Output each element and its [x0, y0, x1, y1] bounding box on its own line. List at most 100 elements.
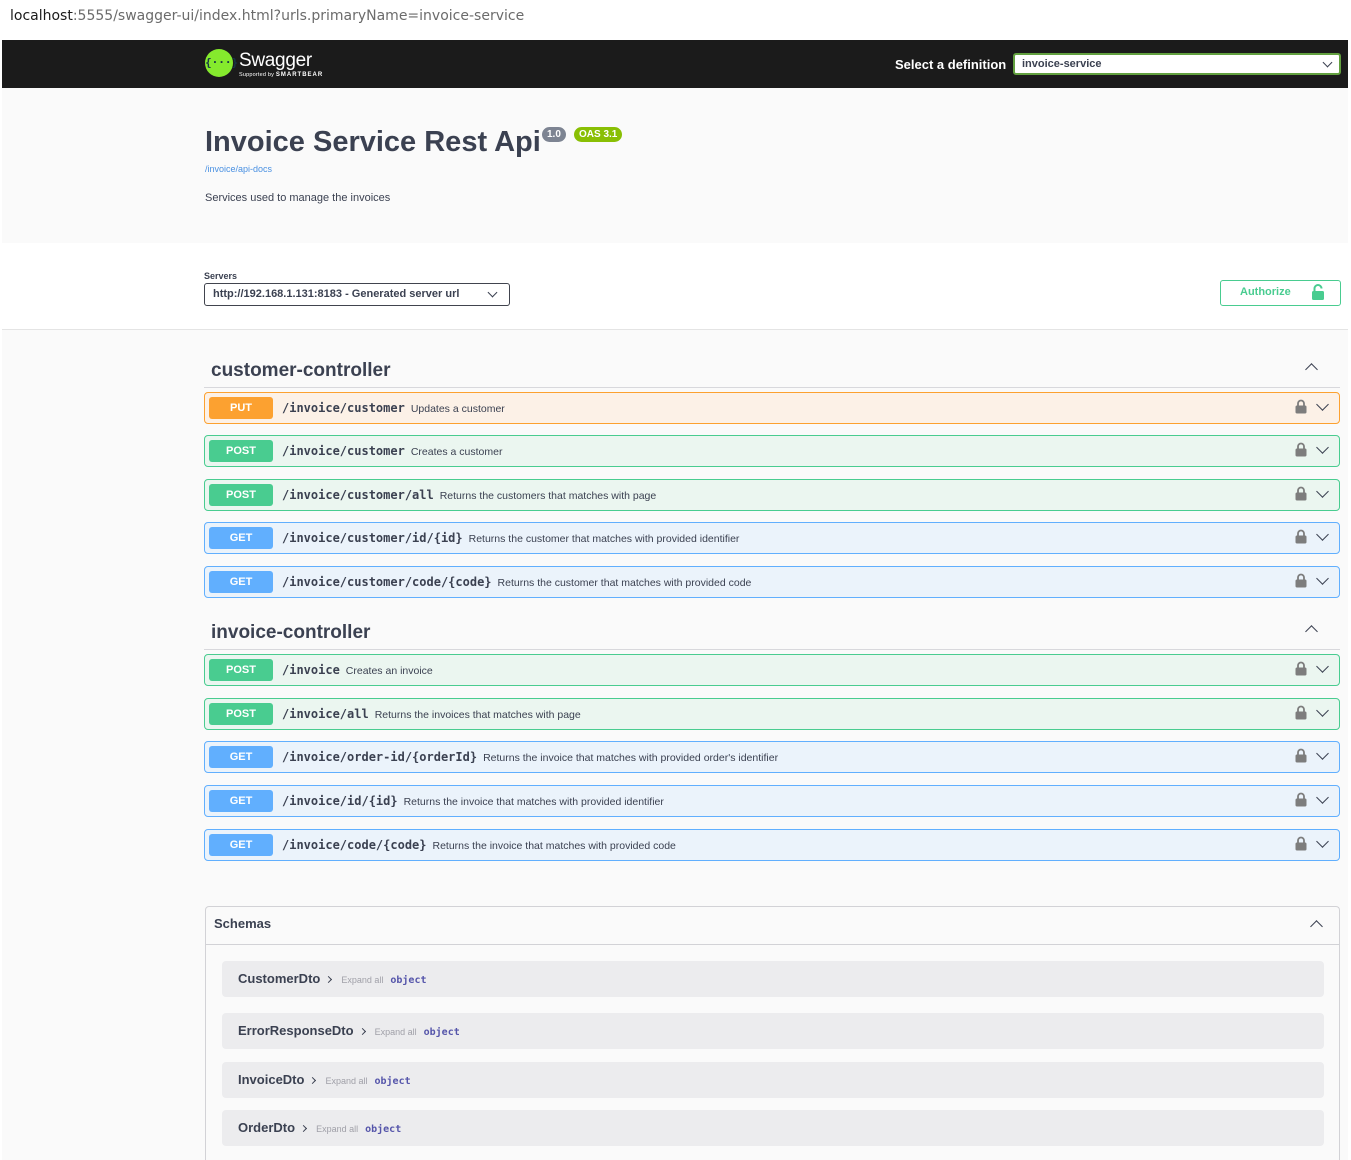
operation-path: /invoice/id/{id} Returns the invoice that…: [282, 794, 664, 808]
chevron-up-icon: [1305, 363, 1318, 376]
operation-get-customer-id[interactable]: GET /invoice/customer/id/{id} Returns the…: [204, 522, 1340, 554]
expand-all-link[interactable]: Expand all: [341, 975, 383, 985]
operation-path: /invoice Creates an invoice: [282, 663, 433, 677]
servers-select[interactable]: http://192.168.1.131:8183 - Generated se…: [204, 283, 510, 306]
chevron-down-icon[interactable]: [1316, 441, 1329, 454]
lock-icon[interactable]: [1295, 399, 1307, 414]
operation-path: /invoice/customer/code/{code} Returns the…: [282, 575, 752, 589]
unlock-icon: [1312, 284, 1324, 300]
schemas-section: Schemas CustomerDto Expand all object Erro…: [205, 906, 1340, 1160]
schemas-header[interactable]: Schemas: [206, 907, 1339, 945]
chevron-down-icon[interactable]: [1316, 485, 1329, 498]
expand-all-link[interactable]: Expand all: [325, 1076, 367, 1086]
operation-path: /invoice/code/{code} Returns the invoice …: [282, 838, 676, 852]
chevron-down-icon[interactable]: [1316, 398, 1329, 411]
definition-select[interactable]: invoice-service: [1013, 53, 1341, 75]
chevron-down-icon: [1322, 57, 1333, 68]
tag-invoice-controller[interactable]: invoice-controller: [204, 615, 1340, 650]
method-badge: POST: [209, 440, 273, 462]
operation-summary: Returns the invoices that matches with p…: [374, 709, 581, 721]
chevron-right-icon: [358, 1027, 366, 1036]
operation-get-invoice-order-id[interactable]: GET /invoice/order-id/{orderId} Returns t…: [204, 741, 1340, 773]
schema-model-customerdto[interactable]: CustomerDto Expand all object: [222, 961, 1324, 997]
operation-put-customer[interactable]: PUT /invoice/customer Updates a customer: [204, 392, 1340, 424]
operation-post-customer[interactable]: POST /invoice/customer Creates a customer: [204, 435, 1340, 467]
model-name: CustomerDto Expand all object: [238, 971, 427, 986]
topbar: {···} Swagger Supported by SMARTBEAR Sel…: [2, 40, 1348, 88]
chevron-down-icon[interactable]: [1316, 791, 1329, 804]
operation-get-invoice-id[interactable]: GET /invoice/id/{id} Returns the invoice …: [204, 785, 1340, 817]
operation-summary: Returns the invoice that matches with pr…: [483, 752, 779, 764]
schema-model-errorresponsedto[interactable]: ErrorResponseDto Expand all object: [222, 1013, 1324, 1049]
chevron-down-icon[interactable]: [1316, 572, 1329, 585]
operation-path: /invoice/all Returns the invoices that ma…: [282, 707, 581, 721]
operation-summary: Creates an invoice: [345, 665, 433, 677]
operation-path: /invoice/customer/id/{id} Returns the cus…: [282, 531, 740, 545]
lock-icon[interactable]: [1295, 748, 1307, 763]
api-docs-link[interactable]: /invoice/api-docs: [205, 164, 272, 174]
tag-title: customer-controller: [211, 360, 391, 381]
address-bar[interactable]: localhost:5555/swagger-ui/index.html?url…: [0, 0, 1351, 34]
operation-post-invoice-all[interactable]: POST /invoice/all Returns the invoices th…: [204, 698, 1340, 730]
lock-icon[interactable]: [1295, 529, 1307, 544]
authorize-button[interactable]: Authorize: [1220, 280, 1341, 306]
expand-all-link[interactable]: Expand all: [375, 1027, 417, 1037]
method-badge: PUT: [209, 397, 273, 419]
operation-path: /invoice/order-id/{orderId} Returns the i…: [282, 750, 779, 764]
servers-label: Servers: [204, 271, 238, 281]
operation-get-customer-code[interactable]: GET /invoice/customer/code/{code} Returns…: [204, 566, 1340, 598]
operation-get-invoice-code[interactable]: GET /invoice/code/{code} Returns the invo…: [204, 829, 1340, 861]
chevron-down-icon[interactable]: [1316, 704, 1329, 717]
operation-summary: Updates a customer: [410, 403, 505, 415]
operation-path: /invoice/customer/all Returns the custome…: [282, 488, 657, 502]
page-title: Invoice Service Rest Api: [205, 126, 541, 158]
chevron-right-icon: [300, 1124, 308, 1133]
model-type: object: [365, 1124, 402, 1135]
lock-icon[interactable]: [1295, 792, 1307, 807]
chevron-down-icon[interactable]: [1316, 660, 1329, 673]
tag-customer-controller[interactable]: customer-controller: [204, 353, 1340, 388]
lock-icon[interactable]: [1295, 836, 1307, 851]
lock-icon[interactable]: [1295, 442, 1307, 457]
expand-all-link[interactable]: Expand all: [316, 1124, 358, 1134]
operation-path: /invoice/customer Creates a customer: [282, 444, 503, 458]
chevron-up-icon: [1310, 920, 1323, 933]
swagger-logo[interactable]: {···} Swagger Supported by SMARTBEAR: [205, 48, 325, 82]
operation-summary: Returns the invoice that matches with pr…: [403, 796, 664, 808]
logo-subtitle: Supported by SMARTBEAR: [239, 72, 324, 78]
lock-icon[interactable]: [1295, 573, 1307, 588]
model-name: OrderDto Expand all object: [238, 1120, 402, 1135]
oas-badge: OAS 3.1: [574, 127, 623, 142]
definition-value: invoice-service: [1022, 58, 1102, 70]
chevron-down-icon[interactable]: [1316, 835, 1329, 848]
lock-icon[interactable]: [1295, 705, 1307, 720]
authorize-label: Authorize: [1240, 286, 1291, 298]
method-badge: POST: [209, 703, 273, 725]
chevron-right-icon: [325, 975, 333, 984]
chevron-down-icon[interactable]: [1316, 528, 1329, 541]
method-badge: GET: [209, 746, 273, 768]
model-type: object: [374, 1076, 411, 1087]
url-path: :5555/swagger-ui/index.html?urls.primary…: [72, 8, 525, 24]
operation-post-customer-all[interactable]: POST /invoice/customer/all Returns the cu…: [204, 479, 1340, 511]
version-badge: 1.0: [542, 127, 566, 142]
operation-summary: Returns the customer that matches with p…: [468, 533, 740, 545]
operation-post-invoice[interactable]: POST /invoice Creates an invoice: [204, 654, 1340, 686]
operation-summary: Returns the invoice that matches with pr…: [432, 840, 676, 852]
chevron-right-icon: [309, 1076, 317, 1085]
model-type: object: [390, 975, 427, 986]
api-description: Services used to manage the invoices: [205, 192, 391, 204]
chevron-down-icon: [487, 287, 498, 298]
definition-label: Select a definition: [895, 57, 1007, 72]
method-badge: GET: [209, 834, 273, 856]
model-name: InvoiceDto Expand all object: [238, 1072, 411, 1087]
schema-model-invoicedto[interactable]: InvoiceDto Expand all object: [222, 1062, 1324, 1098]
chevron-down-icon[interactable]: [1316, 747, 1329, 760]
schema-model-orderdto[interactable]: OrderDto Expand all object: [222, 1110, 1324, 1146]
lock-icon[interactable]: [1295, 486, 1307, 501]
lock-icon[interactable]: [1295, 661, 1307, 676]
url-host: localhost: [10, 8, 73, 24]
swagger-logo-icon: {···}: [205, 49, 238, 77]
operation-summary: Creates a customer: [410, 446, 503, 458]
schemas-title: Schemas: [214, 916, 272, 931]
